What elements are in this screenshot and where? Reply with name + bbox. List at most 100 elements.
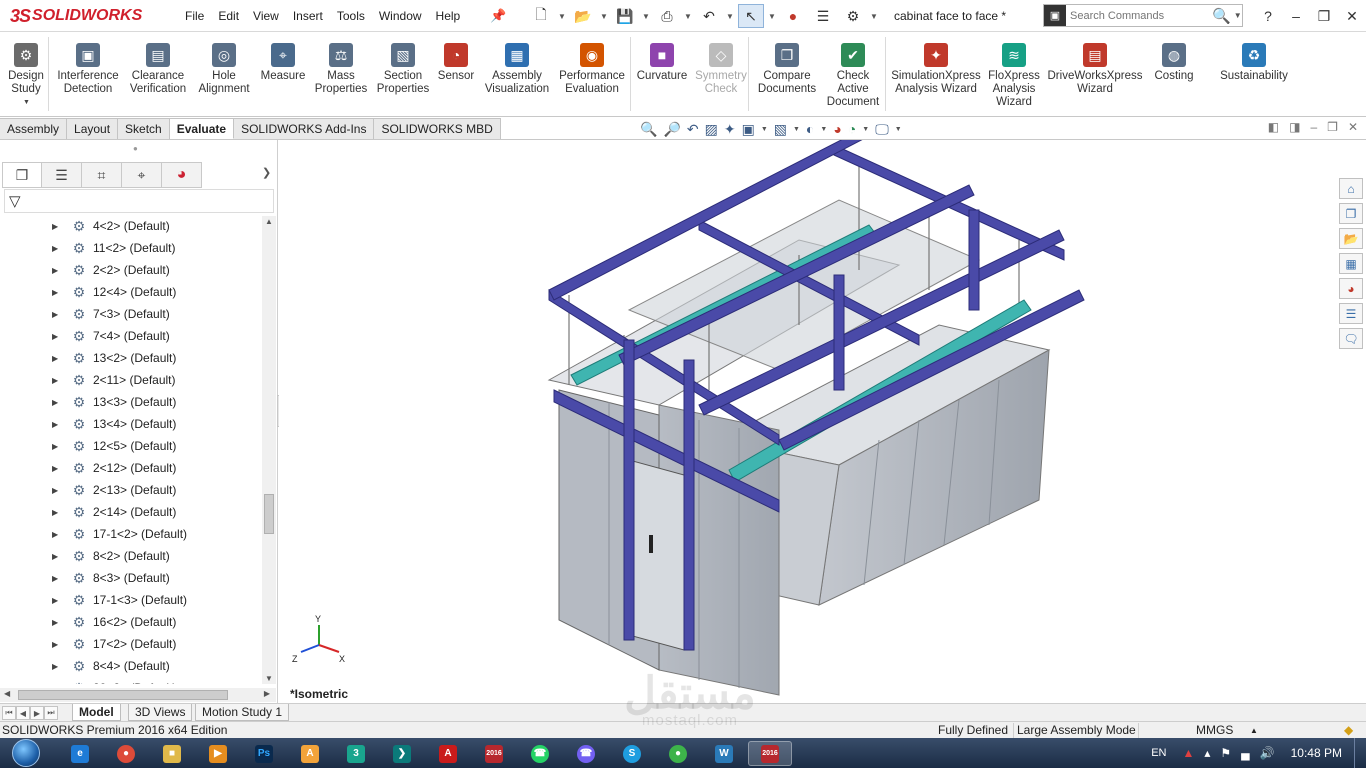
viber-icon[interactable]: ☎ (564, 741, 608, 766)
tree-item[interactable]: ▶ ⚙ 13<2> (Default) (0, 347, 262, 369)
restore-icon[interactable]: ❐ (1310, 8, 1338, 25)
tab-assembly[interactable]: Assembly (0, 118, 68, 139)
close-icon[interactable]: ✕ (1338, 8, 1366, 25)
expand-arrow-icon[interactable]: ▶ (52, 464, 58, 473)
ie-icon[interactable]: e (58, 741, 102, 766)
edit-appearance-icon[interactable]: ◕ (833, 121, 841, 137)
tree-item[interactable]: ▶ ⚙ 17<2> (Default) (0, 633, 262, 655)
tile-left-icon[interactable]: ◧ (1268, 120, 1279, 134)
pin-icon[interactable]: 📌 (490, 8, 506, 24)
view-orientation-icon[interactable]: ▣ (742, 121, 755, 138)
acrobat-tray-icon[interactable]: ▲ (1182, 746, 1194, 760)
select-dropdown-icon[interactable]: ▼ (768, 12, 776, 21)
tree-horizontal-scrollbar[interactable]: ◀ ▶ (0, 688, 276, 702)
graphics-area[interactable]: Y X Z (279, 99, 1366, 705)
tab-layout[interactable]: Layout (67, 118, 119, 139)
menu-window[interactable]: Window (372, 9, 429, 23)
dimxpert-manager-tab-icon[interactable]: ⌖ (122, 162, 162, 188)
expand-arrow-icon[interactable]: ▶ (52, 684, 58, 685)
start-button[interactable] (6, 738, 46, 768)
language-indicator[interactable]: EN (1151, 747, 1166, 759)
prev-tab-icon[interactable]: ◀ (16, 706, 30, 720)
chrome-icon[interactable]: ● (104, 741, 148, 766)
tree-item[interactable]: ▶ ⚙ 13<4> (Default) (0, 413, 262, 435)
tab-solidworks-mbd[interactable]: SOLIDWORKS MBD (374, 118, 501, 139)
ribbon-clearance-button[interactable]: ▤ Clearance Verification (126, 33, 190, 117)
apply-scene-dropdown-icon[interactable]: ▼ (862, 126, 869, 133)
tree-item[interactable]: ▶ ⚙ 12<5> (Default) (0, 435, 262, 457)
new-dropdown-icon[interactable]: ▼ (558, 12, 566, 21)
scroll-thumb[interactable] (264, 494, 274, 534)
tree-item[interactable]: ▶ ⚙ 7<3> (Default) (0, 303, 262, 325)
file-properties-icon[interactable]: ☰ (810, 4, 836, 28)
solidworks-2016-icon[interactable]: 2016 (472, 741, 516, 766)
last-tab-icon[interactable]: ⏭ (44, 706, 58, 720)
expand-arrow-icon[interactable]: ▶ (52, 530, 58, 539)
scroll-left-icon[interactable]: ◀ (4, 689, 10, 698)
rebuild-traffic-light-icon[interactable]: ● (780, 4, 806, 28)
viewport-restore-icon[interactable]: ❐ (1327, 120, 1338, 134)
tree-item[interactable]: ▶ ⚙ 8<3> (Default) (0, 567, 262, 589)
first-tab-icon[interactable]: ⏮ (2, 706, 16, 720)
display-style-dropdown-icon[interactable]: ▼ (793, 126, 800, 133)
media-player-icon[interactable]: ▶ (196, 741, 240, 766)
expand-arrow-icon[interactable]: ▶ (52, 508, 58, 517)
action-center-flag-icon[interactable]: ⚑ (1220, 746, 1231, 760)
expand-arrow-icon[interactable]: ▶ (52, 420, 58, 429)
tab-sketch[interactable]: Sketch (118, 118, 170, 139)
menu-view[interactable]: View (246, 9, 286, 23)
view-settings-dropdown-icon[interactable]: ▼ (895, 126, 902, 133)
assembly-model[interactable]: Y X Z (279, 99, 1366, 705)
solidworks-resources-icon[interactable]: ⌂ (1339, 178, 1363, 199)
view-palette-icon[interactable]: ▦ (1339, 253, 1363, 274)
panel-grip-icon[interactable]: ● (133, 144, 138, 153)
explorer-icon[interactable]: ■ (150, 741, 194, 766)
scroll-down-icon[interactable]: ▼ (265, 674, 273, 683)
show-hidden-icons-icon[interactable]: ▴ (1204, 746, 1210, 760)
menu-edit[interactable]: Edit (211, 9, 246, 23)
network-icon[interactable]: ▄ (1241, 746, 1250, 760)
help-icon[interactable]: ? (1254, 8, 1282, 24)
expand-arrow-icon[interactable]: ▶ (52, 442, 58, 451)
taskbar-clock[interactable]: 10:48 PM (1291, 746, 1342, 760)
open-folder-icon[interactable]: 📂 (570, 4, 596, 28)
tree-item[interactable]: ▶ ⚙ 2<2> (Default) (0, 259, 262, 281)
previous-view-icon[interactable]: ↶ (687, 121, 699, 138)
viewport-minimize-icon[interactable]: – (1310, 120, 1317, 134)
print-icon[interactable]: ⎙ (654, 4, 680, 28)
expand-arrow-icon[interactable]: ▶ (52, 244, 58, 253)
view-orientation-dropdown-icon[interactable]: ▼ (761, 126, 768, 133)
tree-item[interactable]: ▶ ⚙ 4<2> (Default) (0, 216, 262, 237)
acrobat-icon[interactable]: A (426, 741, 470, 766)
expand-arrow-icon[interactable]: ▶ (52, 596, 58, 605)
ribbon-costing-button[interactable]: ◍ Costing (1147, 33, 1201, 117)
minimize-icon[interactable]: – (1282, 8, 1310, 24)
volume-icon[interactable]: 🔊 (1260, 746, 1275, 760)
tab-motion-study-1[interactable]: Motion Study 1 (195, 704, 290, 721)
tab-3d-views[interactable]: 3D Views (128, 704, 193, 721)
expand-arrow-icon[interactable]: ▶ (52, 662, 58, 671)
tab-evaluate[interactable]: Evaluate (169, 118, 235, 139)
custom-properties-icon[interactable]: ☰ (1339, 303, 1363, 324)
ribbon-performance-button[interactable]: ◉ Performance Evaluation (557, 33, 627, 117)
ribbon-section-properties-button[interactable]: ▧ Section Properties (377, 33, 429, 117)
undo-dropdown-icon[interactable]: ▼ (726, 12, 734, 21)
tree-item[interactable]: ▶ ⚙ 20<2> (Default) (0, 677, 262, 685)
appearances-icon[interactable]: ◕ (1339, 278, 1363, 299)
hide-show-items-icon[interactable]: ◐ (806, 121, 814, 137)
dynamic-annotation-icon[interactable]: ✦ (724, 121, 736, 138)
view-settings-icon[interactable]: 🖵 (875, 121, 889, 138)
app-w-icon[interactable]: W (702, 741, 746, 766)
expand-arrow-icon[interactable]: ▶ (52, 486, 58, 495)
ribbon-curvature-button[interactable]: ■ Curvature (634, 33, 690, 117)
ribbon-driveworks-button[interactable]: ▤ DriveWorksXpress Wizard (1045, 33, 1145, 117)
display-manager-tab-icon[interactable]: ◕ (162, 162, 202, 188)
tab-model[interactable]: Model (72, 704, 121, 721)
expand-arrow-icon[interactable]: ▶ (52, 552, 58, 561)
menu-help[interactable]: Help (429, 9, 468, 23)
tags-icon[interactable]: ◆ (1344, 723, 1353, 737)
tree-vertical-scrollbar[interactable]: ▲ ▼ (262, 216, 276, 684)
print-dropdown-icon[interactable]: ▼ (684, 12, 692, 21)
scroll-right-icon[interactable]: ▶ (264, 689, 270, 698)
expand-arrow-icon[interactable]: ▶ (52, 354, 58, 363)
